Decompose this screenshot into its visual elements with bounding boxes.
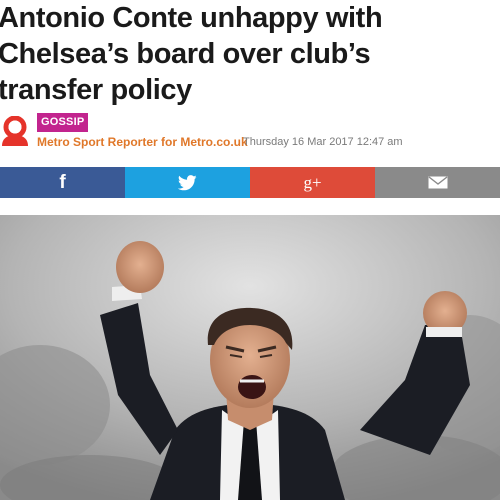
publish-timestamp: Thursday 16 Mar 2017 12:47 am <box>243 136 403 148</box>
article-headline: Antonio Conte unhappy with Chelsea’s boa… <box>0 0 498 108</box>
share-facebook-button[interactable]: f <box>0 167 125 198</box>
hero-photo-illustration <box>0 215 500 500</box>
headline-line-1: Antonio Conte unhappy with <box>0 2 383 34</box>
social-share-bar: f g+ <box>0 167 500 198</box>
hero-image <box>0 215 500 500</box>
headline-line-3: transfer policy <box>0 74 192 106</box>
share-google-plus-button[interactable]: g+ <box>250 167 375 198</box>
share-twitter-button[interactable] <box>125 167 250 198</box>
email-icon <box>428 176 447 189</box>
article-byline: GOSSIP Metro Sport Reporter for Metro.co… <box>0 108 500 156</box>
author-link[interactable]: Metro Sport Reporter for Metro.co.uk <box>37 135 248 149</box>
author-avatar-icon <box>2 116 28 146</box>
category-tag[interactable]: GOSSIP <box>37 113 89 132</box>
twitter-icon <box>178 174 197 190</box>
share-email-button[interactable] <box>375 167 500 198</box>
google-plus-icon: g+ <box>303 172 322 192</box>
headline-line-2: Chelsea’s board over club’s <box>0 38 371 70</box>
facebook-icon: f <box>59 171 66 193</box>
